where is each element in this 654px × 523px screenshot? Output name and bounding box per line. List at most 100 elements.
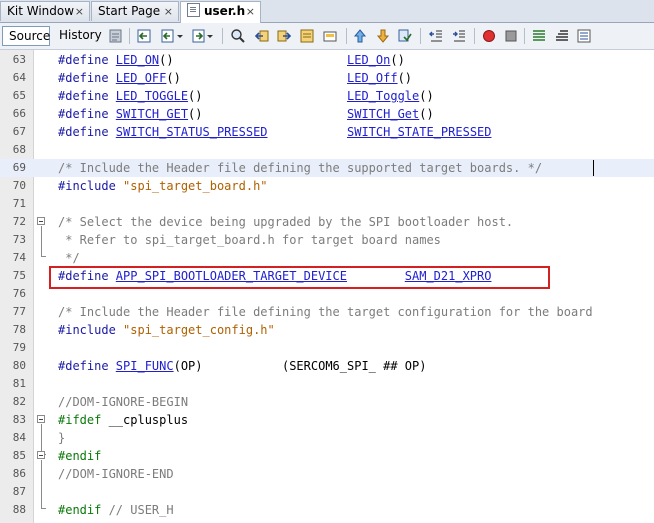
last-edit-icon[interactable] xyxy=(108,28,124,44)
line-number: 66 xyxy=(12,107,26,120)
code-token: SWITCH_Get xyxy=(347,107,420,121)
code-token: #define xyxy=(58,71,116,85)
code-line[interactable]: 79 xyxy=(0,339,654,357)
code-token: LED_On xyxy=(347,53,391,67)
code-line[interactable]: 80 #define SPI_FUNC(OP) (SERCOM6_SPI_ ## … xyxy=(0,357,654,375)
source-view-button[interactable]: Source xyxy=(2,26,50,46)
next-bookmark-icon[interactable] xyxy=(375,28,391,44)
code-line[interactable]: 64 #define LED_OFF() LED_Off() xyxy=(0,69,654,87)
start-macro-recording-icon[interactable] xyxy=(481,28,497,44)
find-icon[interactable] xyxy=(230,28,246,44)
tab-start-page[interactable]: Start Page × xyxy=(91,1,179,21)
code-text: //DOM-IGNORE-END xyxy=(58,465,174,483)
code-token: () xyxy=(159,53,174,67)
code-token: //DOM-IGNORE-BEGIN xyxy=(58,395,189,409)
find-previous-icon[interactable] xyxy=(254,28,270,44)
line-number: 71 xyxy=(12,197,26,210)
code-line[interactable]: 73 * Refer to spi_target_board.h for tar… xyxy=(0,231,654,249)
line-number: 77 xyxy=(12,305,26,318)
code-line[interactable]: 84} xyxy=(0,429,654,447)
code-editor[interactable]: 63 #define LED_ON() LED_On() 64 #define LED… xyxy=(0,50,654,523)
tab-user-h[interactable]: user.h × xyxy=(180,1,261,23)
code-line[interactable]: 85 #endif xyxy=(0,447,654,465)
code-token: #define xyxy=(58,89,116,103)
code-token: #define xyxy=(58,125,116,139)
toggle-highlight-icon[interactable] xyxy=(322,28,338,44)
shift-right-icon[interactable] xyxy=(451,28,467,44)
code-line[interactable]: 63 #define LED_ON() LED_On() xyxy=(0,51,654,69)
code-line[interactable]: 68 xyxy=(0,141,654,159)
previous-bookmark-icon[interactable] xyxy=(352,28,368,44)
history-view-button[interactable]: History xyxy=(53,26,108,46)
code-token: LED_TOGGLE xyxy=(115,89,189,103)
code-line[interactable]: 70 #include "spi_target_board.h" xyxy=(0,177,654,195)
code-line[interactable]: 69 /* Include the Header file defining th… xyxy=(0,159,654,177)
code-token: "spi_target_config.h" xyxy=(123,323,275,337)
code-line[interactable]: 66 #define SWITCH_GET() SWITCH_Get() xyxy=(0,105,654,123)
line-number: 81 xyxy=(12,377,26,390)
code-line[interactable]: 74 */ xyxy=(0,249,654,267)
code-line[interactable]: 78 #include "spi_target_config.h" xyxy=(0,321,654,339)
code-token: #include xyxy=(58,179,124,193)
code-line[interactable]: 65 #define LED_TOGGLE() LED_Toggle() xyxy=(0,87,654,105)
code-token: */ xyxy=(58,251,80,265)
format-icon[interactable] xyxy=(576,28,592,44)
code-text: /* Select the device being upgraded by t… xyxy=(58,213,513,231)
line-number: 75 xyxy=(12,269,26,282)
code-token: LED_Off xyxy=(347,71,398,85)
find-next-icon[interactable] xyxy=(276,28,292,44)
code-text: #include "spi_target_board.h" xyxy=(58,177,268,195)
code-token: } xyxy=(58,431,66,445)
code-line[interactable]: 83 #ifdef __cplusplus xyxy=(0,411,654,429)
line-number: 76 xyxy=(12,287,26,300)
code-token: SPI_FUNC xyxy=(115,359,174,373)
code-token: (SERCOM6_SPI_ ## OP) xyxy=(281,359,427,373)
code-line[interactable]: 87 xyxy=(0,483,654,501)
toggle-bookmark-icon[interactable] xyxy=(397,28,413,44)
chevron-down-icon[interactable] xyxy=(206,28,214,44)
line-number: 63 xyxy=(12,53,26,66)
code-text: * Refer to spi_target_board.h for target… xyxy=(58,231,441,249)
code-line[interactable]: 72 /* Select the device being upgraded by… xyxy=(0,213,654,231)
forward-history-icon[interactable] xyxy=(190,28,206,44)
code-line[interactable]: 67 #define SWITCH_STATUS_PRESSED SWITCH_S… xyxy=(0,123,654,141)
back-icon[interactable] xyxy=(136,28,152,44)
find-selection-icon[interactable] xyxy=(299,28,315,44)
code-line[interactable]: 71 xyxy=(0,195,654,213)
close-icon[interactable]: × xyxy=(164,2,173,21)
line-number: 70 xyxy=(12,179,26,192)
code-text: /* Include the Header file defining the … xyxy=(58,159,542,177)
code-line[interactable]: 82 //DOM-IGNORE-BEGIN xyxy=(0,393,654,411)
uncomment-icon[interactable] xyxy=(554,28,570,44)
stop-macro-recording-icon[interactable] xyxy=(503,28,519,44)
close-icon[interactable]: × xyxy=(75,2,84,21)
code-text: #define LED_TOGGLE() LED_Toggle() xyxy=(58,87,434,105)
code-token: #endif xyxy=(58,503,109,517)
line-number: 88 xyxy=(12,503,26,516)
line-number: 85 xyxy=(12,449,26,462)
back-history-icon[interactable] xyxy=(160,28,176,44)
code-token: #define xyxy=(58,53,116,67)
code-line[interactable]: 81 xyxy=(0,375,654,393)
tab-kit-window[interactable]: Kit Window × xyxy=(0,1,90,21)
code-line[interactable]: 86 //DOM-IGNORE-END xyxy=(0,465,654,483)
code-text: /* Include the Header file defining the … xyxy=(58,303,593,321)
line-number: 79 xyxy=(12,341,26,354)
shift-left-icon[interactable] xyxy=(428,28,444,44)
code-line[interactable]: 77 /* Include the Header file defining th… xyxy=(0,303,654,321)
code-token: #define xyxy=(58,107,116,121)
code-token: /* Include the Header file defining the … xyxy=(58,161,543,175)
chevron-down-icon[interactable] xyxy=(176,28,184,44)
toggle-comment-icon[interactable] xyxy=(531,28,547,44)
code-text: //DOM-IGNORE-BEGIN xyxy=(58,393,188,411)
code-text: #ifdef __cplusplus xyxy=(58,411,188,429)
code-text: #define LED_OFF() LED_Off() xyxy=(58,69,412,87)
header-file-icon xyxy=(187,3,200,17)
close-icon[interactable]: × xyxy=(246,2,255,21)
code-text: #define SPI_FUNC(OP) (SERCOM6_SPI_ ## OP… xyxy=(58,357,426,375)
tab-user-h-label: user.h xyxy=(204,4,246,18)
code-text: #define SWITCH_GET() SWITCH_Get() xyxy=(58,105,434,123)
code-line[interactable]: 88 #endif // USER_H xyxy=(0,501,654,519)
